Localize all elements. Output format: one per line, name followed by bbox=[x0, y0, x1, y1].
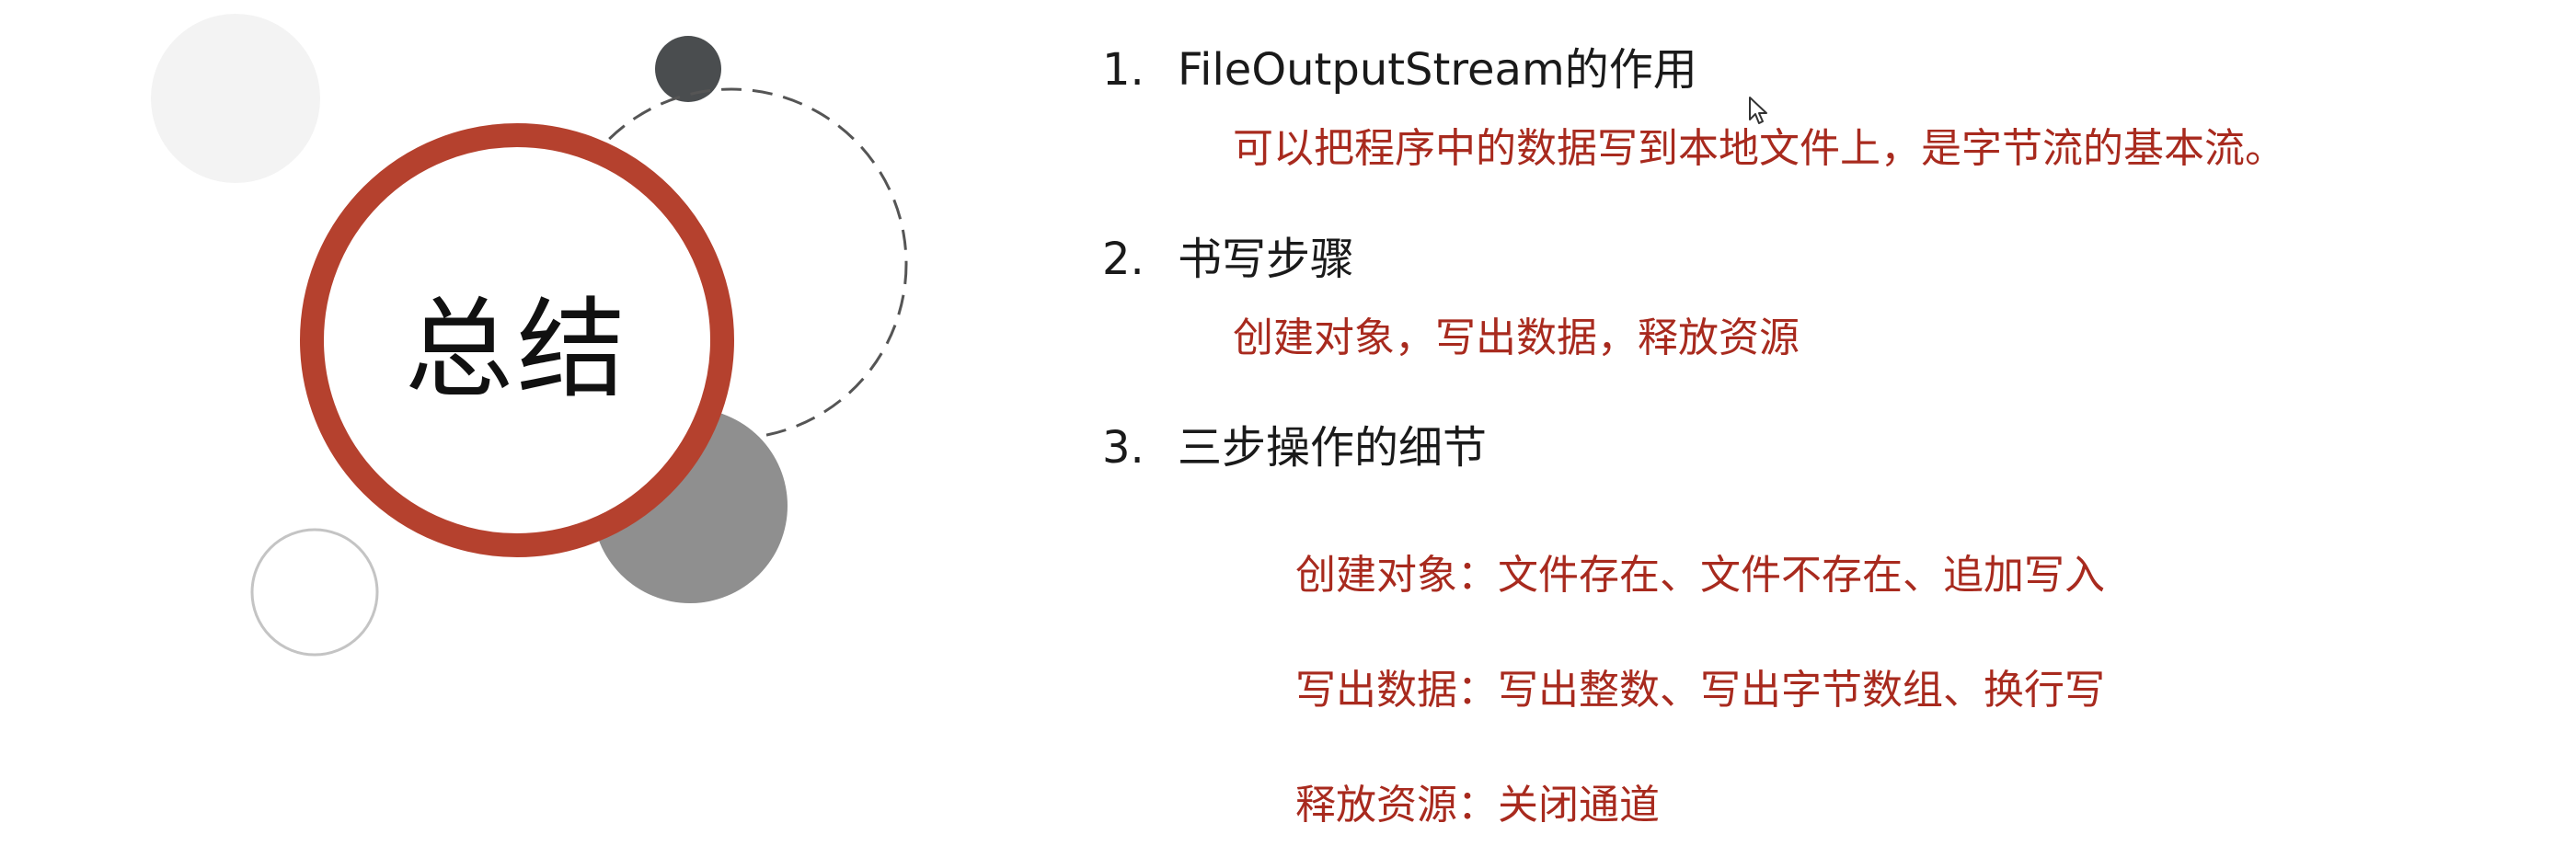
item-3-detail-create: 创建对象：文件存在、文件不存在、追加写入 bbox=[1295, 552, 2105, 599]
item-3-detail-release: 释放资源：关闭通道 bbox=[1295, 782, 1660, 829]
item-1-number: 1. bbox=[1102, 44, 1144, 96]
item-3-heading: 3. 三步操作的细节 bbox=[1102, 420, 1487, 475]
mouse-cursor-icon bbox=[1749, 97, 1767, 124]
item-1-detail: 可以把程序中的数据写到本地文件上，是字节流的基本流。 bbox=[1233, 125, 2285, 172]
light-gray-circle bbox=[151, 14, 320, 183]
dark-dot bbox=[655, 36, 721, 102]
item-3-heading-text: 三步操作的细节 bbox=[1178, 422, 1488, 474]
item-2-detail: 创建对象，写出数据，释放资源 bbox=[1233, 314, 1800, 361]
outline-small-circle bbox=[250, 528, 379, 657]
item-2-heading-text: 书写步骤 bbox=[1178, 234, 1355, 285]
item-1-heading: 1. FileOutputStream的作用 bbox=[1102, 42, 1697, 97]
decorative-circles bbox=[151, 14, 908, 657]
item-2-number: 2. bbox=[1102, 234, 1144, 285]
item-1-heading-text: FileOutputStream的作用 bbox=[1178, 44, 1697, 96]
item-2-heading: 2. 书写步骤 bbox=[1102, 232, 1354, 287]
slide-title: 总结 bbox=[404, 286, 629, 413]
item-3-detail-write: 写出数据：写出整数、写出字节数组、换行写 bbox=[1295, 667, 2105, 714]
item-3-number: 3. bbox=[1102, 422, 1144, 474]
